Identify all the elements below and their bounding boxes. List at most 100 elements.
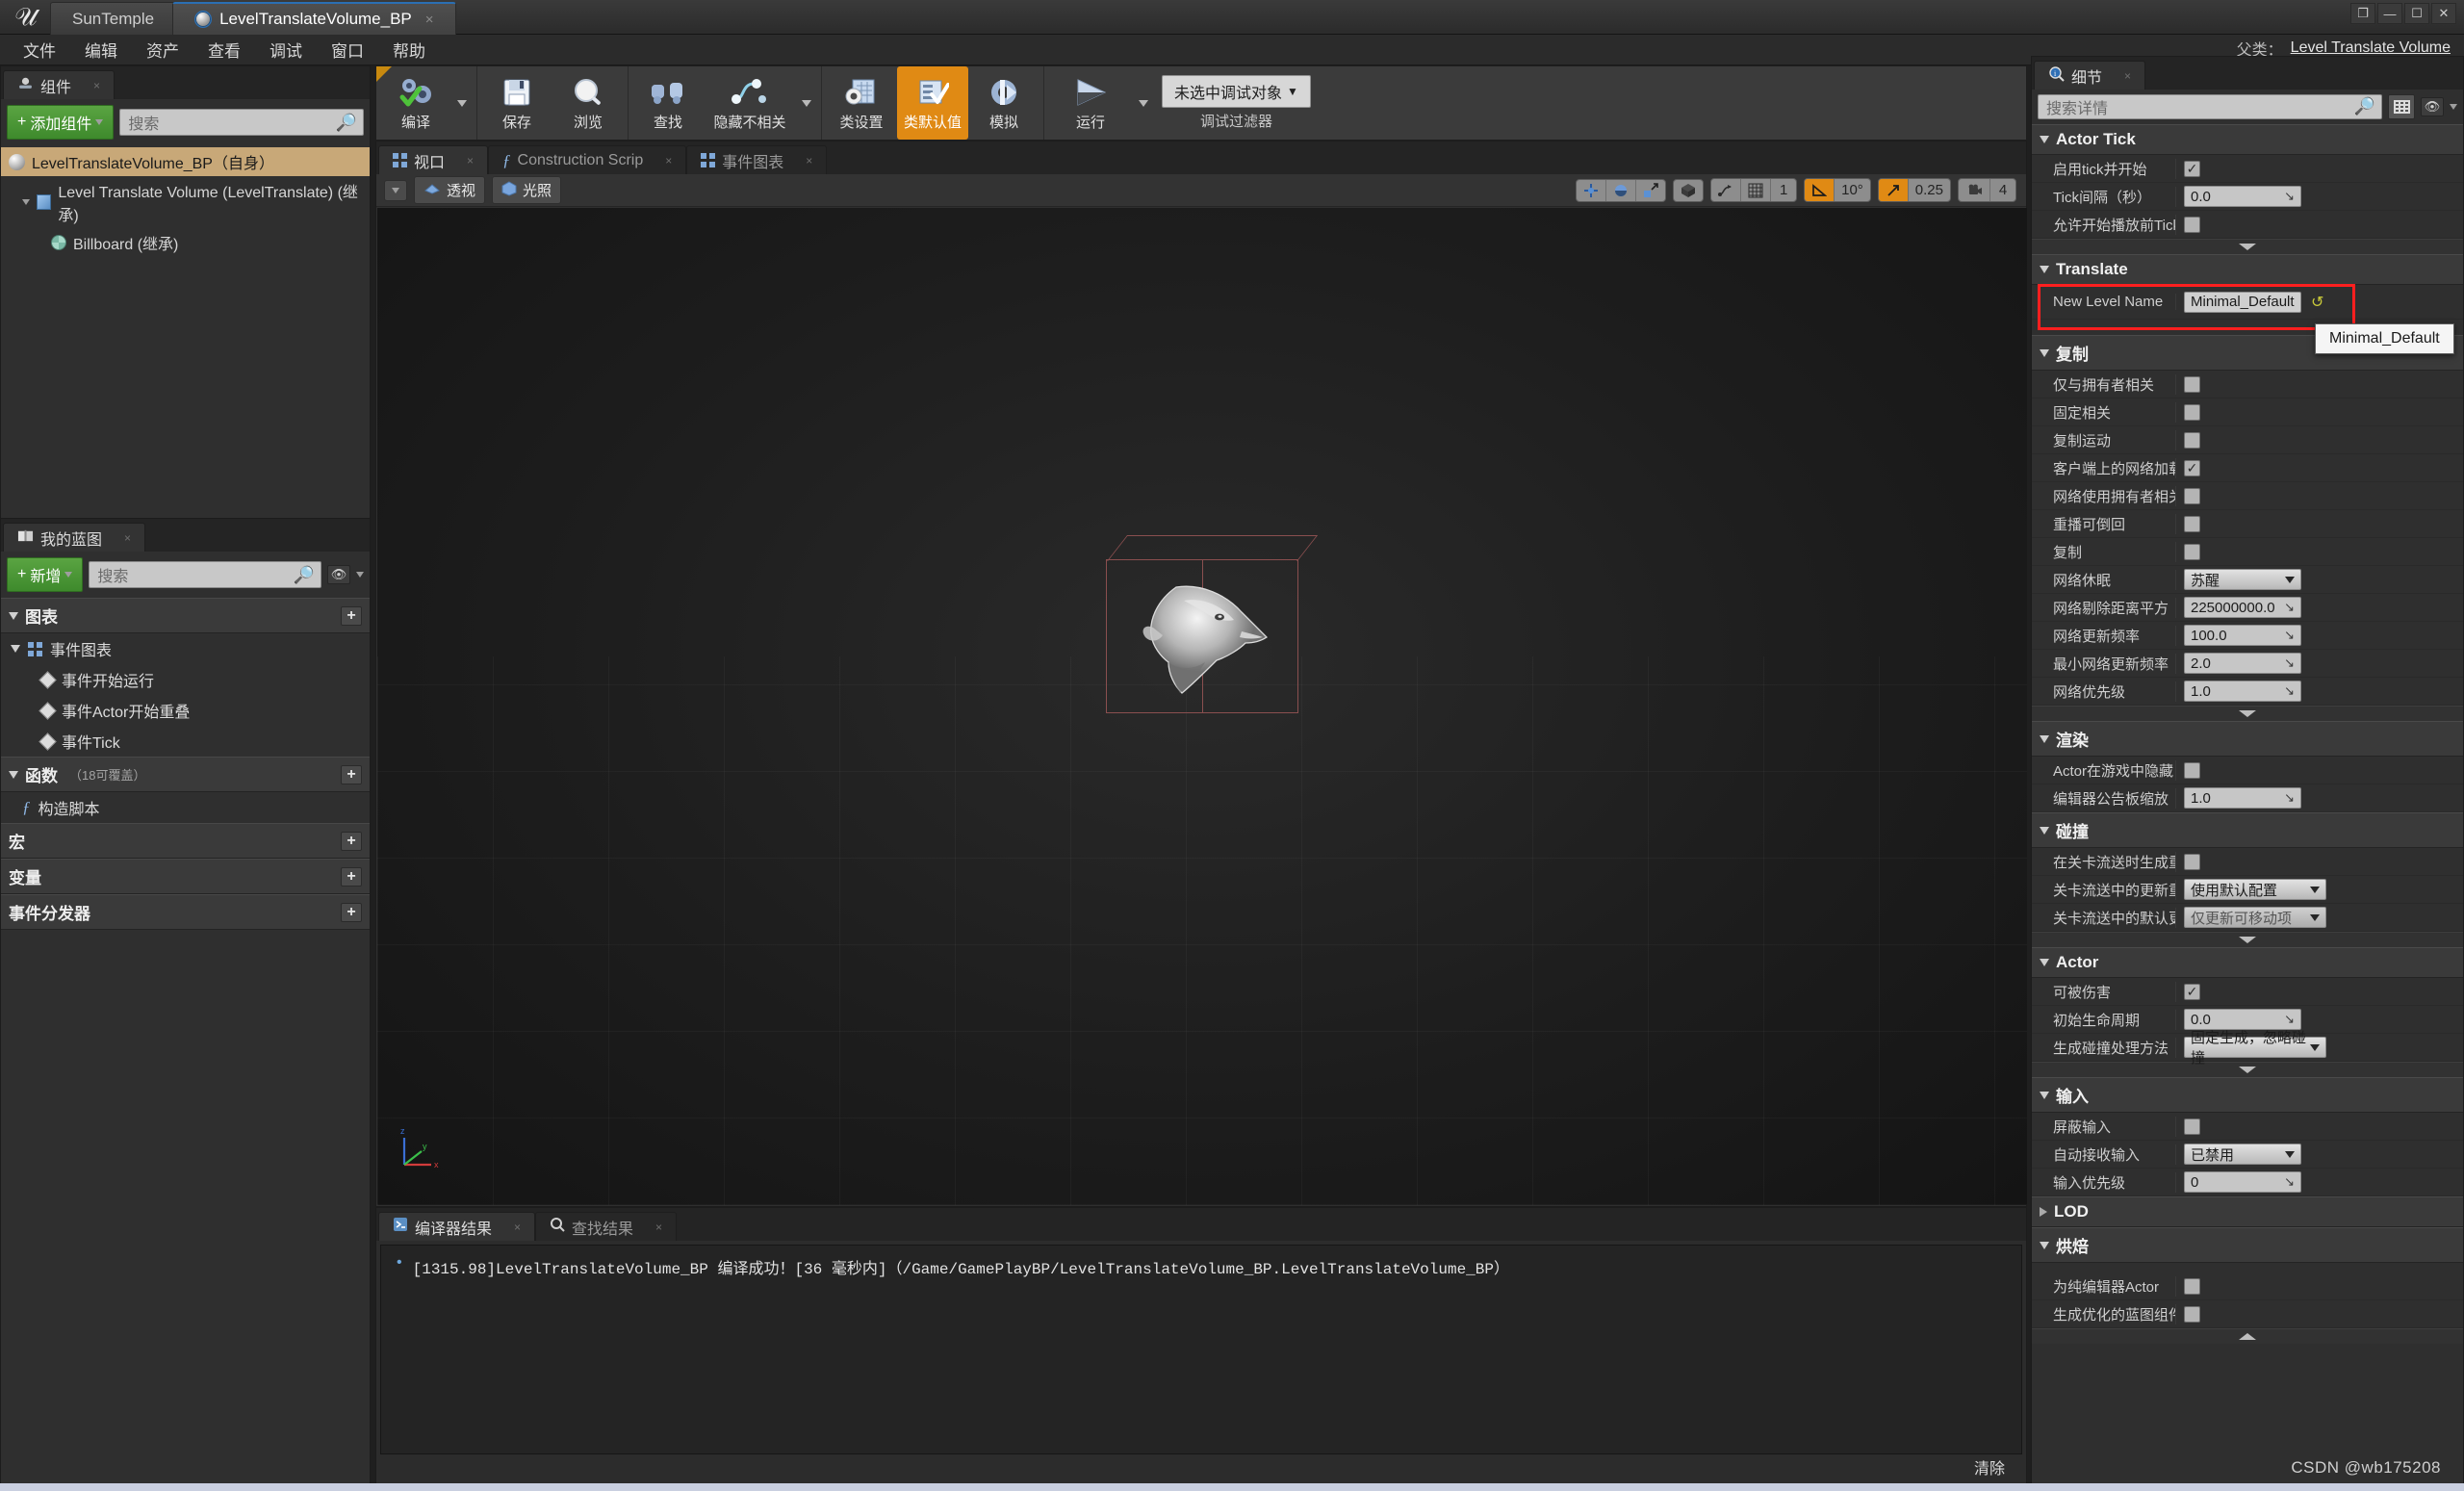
section-expander-replication[interactable] <box>2032 706 2463 721</box>
tab-my-blueprint[interactable]: 我的蓝图 × <box>3 523 145 552</box>
close-icon[interactable]: × <box>2124 69 2131 83</box>
menu-debug[interactable]: 调试 <box>256 34 316 65</box>
auto-receive-input-dropdown[interactable]: 已禁用 <box>2184 1144 2301 1165</box>
section-header-actor[interactable]: Actor <box>2032 947 2463 978</box>
bp-item-construction-script[interactable]: ƒ 构造脚本 <box>1 792 370 823</box>
number-input[interactable]: 225000000.0↘ <box>2184 597 2301 618</box>
scale-snap-value[interactable]: 0.25 <box>1909 179 1950 201</box>
new-level-name-input[interactable]: Minimal_Default <box>2184 292 2301 313</box>
chevron-down-icon[interactable] <box>1139 100 1148 107</box>
tab-construction-script[interactable]: ƒ Construction Scrip × <box>488 145 686 174</box>
maximize-window-button[interactable]: ☐ <box>2404 3 2429 24</box>
details-grid-view-button[interactable] <box>2388 94 2415 119</box>
close-icon[interactable]: × <box>124 531 131 545</box>
menu-window[interactable]: 窗口 <box>318 34 377 65</box>
grid-snap-value[interactable]: 1 <box>1771 179 1796 201</box>
save-button[interactable]: 保存 <box>481 66 552 140</box>
menu-asset[interactable]: 资产 <box>133 34 192 65</box>
grid-snap-icon[interactable] <box>1741 179 1771 201</box>
close-icon[interactable]: × <box>425 12 434 28</box>
chevron-down-icon[interactable] <box>2450 104 2457 110</box>
minimize-window-button[interactable]: — <box>2377 3 2402 24</box>
chevron-down-icon[interactable] <box>457 100 467 107</box>
browse-button[interactable]: 浏览 <box>552 66 624 140</box>
checkbox[interactable] <box>2184 1118 2200 1135</box>
viewport-3d-scene[interactable]: z x y <box>377 208 2027 1205</box>
checkbox[interactable] <box>2184 376 2200 393</box>
close-icon[interactable]: × <box>655 1221 662 1234</box>
bp-category-functions[interactable]: 函数 （18可覆盖） + <box>1 757 370 792</box>
section-header-input[interactable]: 输入 <box>2032 1077 2463 1113</box>
checkbox[interactable] <box>2184 404 2200 421</box>
add-variable-button[interactable]: + <box>341 867 362 887</box>
menu-file[interactable]: 文件 <box>10 34 69 65</box>
number-input[interactable]: 1.0↘ <box>2184 681 2301 702</box>
rotate-tool-icon[interactable] <box>1606 180 1636 201</box>
world-space-icon[interactable] <box>1674 180 1703 201</box>
restore-window-button[interactable]: ❐ <box>2350 3 2375 24</box>
bp-category-event-dispatchers[interactable]: 事件分发器 + <box>1 894 370 930</box>
surface-snap-icon[interactable] <box>1711 179 1741 201</box>
close-icon[interactable]: × <box>665 154 672 167</box>
details-visibility-eye-icon[interactable]: 👁 <box>2421 97 2444 116</box>
checkbox[interactable] <box>2184 854 2200 870</box>
checkbox[interactable]: ✓ <box>2184 984 2200 1000</box>
clear-results-button[interactable]: 清除 <box>1974 1455 2005 1478</box>
move-tool-icon[interactable] <box>1577 180 1606 201</box>
visibility-eye-icon[interactable]: 👁 <box>327 565 350 584</box>
components-search-input[interactable]: 搜索 🔍 <box>119 109 364 136</box>
menu-view[interactable]: 查看 <box>194 34 254 65</box>
default-update-overlaps-dropdown[interactable]: 仅更新可移动项 <box>2184 907 2326 928</box>
tab-components[interactable]: 组件 × <box>3 70 115 99</box>
bp-item-event-actor-begin-overlap[interactable]: 事件Actor开始重叠 <box>1 695 370 726</box>
section-expander-collision[interactable] <box>2032 932 2463 947</box>
myblueprint-search-input[interactable]: 搜索 🔍 <box>89 561 321 588</box>
number-input[interactable]: 2.0↘ <box>2184 653 2301 674</box>
section-collapser-bake[interactable] <box>2032 1328 2463 1344</box>
number-input[interactable]: 0.0↘ <box>2184 186 2301 207</box>
hide-unrelated-button[interactable]: 隐藏不相关 <box>704 66 796 140</box>
class-settings-button[interactable]: 类设置 <box>826 66 897 140</box>
bp-item-event-graph[interactable]: 事件图表 <box>1 633 370 664</box>
checkbox[interactable] <box>2184 488 2200 504</box>
window-tab-leveltranslatevolume[interactable]: LevelTranslateVolume_BP × <box>172 2 455 35</box>
component-row-volume[interactable]: Level Translate Volume (LevelTranslate) … <box>1 176 370 228</box>
component-row-billboard[interactable]: Billboard (继承) <box>1 228 370 257</box>
scale-snap-icon[interactable] <box>1879 179 1909 201</box>
add-event-dispatcher-button[interactable]: + <box>341 903 362 922</box>
bp-item-event-tick[interactable]: 事件Tick <box>1 726 370 757</box>
window-tab-suntemple[interactable]: SunTemple <box>50 2 176 35</box>
scale-tool-icon[interactable] <box>1636 180 1665 201</box>
class-defaults-button[interactable]: 类默认值 <box>897 66 968 140</box>
add-graph-button[interactable]: + <box>341 606 362 626</box>
checkbox[interactable] <box>2184 762 2200 779</box>
camera-speed-value[interactable]: 4 <box>1990 179 2015 201</box>
camera-icon[interactable] <box>1959 179 1990 201</box>
rotation-snap-value[interactable]: 10° <box>1835 179 1870 201</box>
compiler-results-output[interactable]: • [1315.98]LevelTranslateVolume_BP 编译成功！… <box>380 1245 2022 1454</box>
checkbox[interactable] <box>2184 1278 2200 1295</box>
menu-help[interactable]: 帮助 <box>379 34 439 65</box>
viewport-options-menu[interactable] <box>384 180 407 201</box>
net-dormancy-dropdown[interactable]: 苏醒 <box>2184 569 2301 590</box>
add-macro-button[interactable]: + <box>341 832 362 851</box>
checkbox[interactable]: ✓ <box>2184 161 2200 177</box>
checkbox[interactable] <box>2184 544 2200 560</box>
number-input[interactable]: 1.0↘ <box>2184 787 2301 809</box>
menu-edit[interactable]: 编辑 <box>71 34 131 65</box>
section-expander-actor-tick[interactable] <box>2032 239 2463 254</box>
close-icon[interactable]: × <box>806 154 812 167</box>
compile-button[interactable]: 编译 <box>380 66 451 140</box>
chevron-down-icon[interactable] <box>356 572 364 578</box>
number-input[interactable]: 100.0↘ <box>2184 625 2301 646</box>
checkbox[interactable] <box>2184 432 2200 449</box>
parent-class-link[interactable]: Level Translate Volume <box>2291 39 2451 57</box>
section-header-bake[interactable]: 烘焙 <box>2032 1227 2463 1263</box>
section-header-actor-tick[interactable]: Actor Tick <box>2032 124 2463 155</box>
section-header-translate[interactable]: Translate <box>2032 254 2463 285</box>
reset-to-default-icon[interactable]: ↺ <box>2311 293 2323 312</box>
checkbox[interactable] <box>2184 516 2200 532</box>
bp-category-macros[interactable]: 宏 + <box>1 823 370 859</box>
close-icon[interactable]: × <box>93 79 100 92</box>
debug-object-dropdown[interactable]: 未选中调试对象 ▼ <box>1162 75 1311 108</box>
